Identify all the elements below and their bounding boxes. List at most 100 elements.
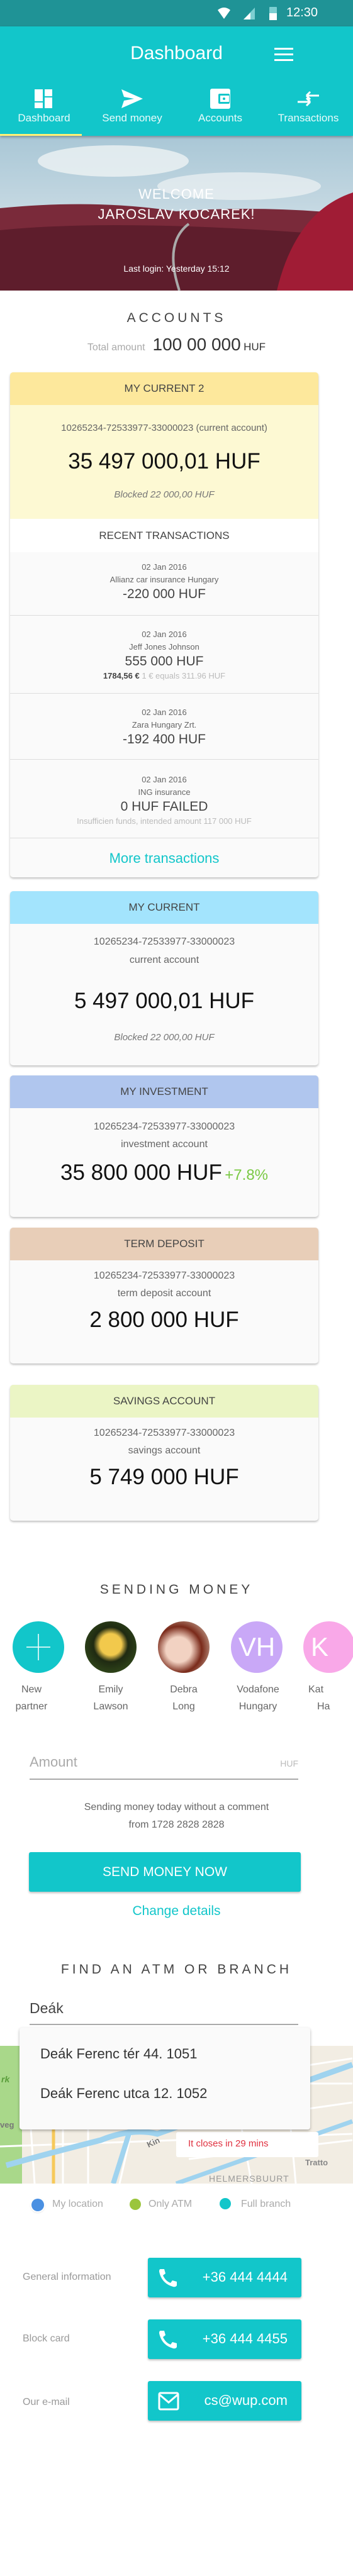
welcome-banner: WELCOME JAROSLAV KOCAREK! Last login: Ye… [0,136,353,291]
amount-placeholder: Amount [30,1754,77,1770]
avatar-debra-long[interactable] [158,1621,210,1673]
account-name: SAVINGS ACCOUNT [10,1385,318,1418]
send-money-now-button[interactable]: SEND MONEY NOW [29,1852,301,1892]
wallet-icon [210,89,230,109]
transfer-arrows-icon [298,91,319,107]
tab-label: Send money [102,112,162,124]
app-bar: Dashboard Dashboard Send money Accounts … [0,26,353,136]
account-card-my-current[interactable]: MY CURRENT 10265234-72533977-33000023 cu… [10,891,318,1065]
map-label: veg [0,2120,14,2129]
branch-dot-icon [220,2198,231,2209]
account-change: +7.8% [225,1167,268,1184]
account-type: term deposit account [117,1288,211,1299]
block-card-call-button[interactable]: +36 444 4455 [148,2319,301,2359]
avatar-emily-lawson[interactable] [85,1621,137,1673]
tab-accounts[interactable]: Accounts [176,83,264,136]
suggestion-item[interactable]: Deák Ferenc utca 12. 1052 [40,2085,207,2102]
recent-transactions-title: RECENT TRANSACTIONS [10,519,318,552]
account-name: MY INVESTMENT [10,1075,318,1108]
partner-name: Vodafone Hungary [237,1684,279,1712]
mail-icon [158,2392,179,2411]
page-title: Dashboard [130,43,223,64]
account-type: current account [129,955,199,965]
map-label: Tratto [305,2158,328,2167]
tab-transactions[interactable]: Transactions [264,83,352,136]
account-amount: 5 497 000,01 HUF [74,989,254,1013]
partner-name: Emily Lawson [93,1684,128,1712]
contact-label: General information [23,2272,111,2282]
account-amount: 35 497 000,01 HUF [68,449,261,474]
legend-label: My location [52,2199,103,2209]
hamburger-menu-icon[interactable] [274,47,293,62]
send-note-account: from 1728 2828 2828 [128,1819,225,1830]
plus-icon [26,1634,50,1660]
transaction-date: 02 Jan 2016 [142,562,187,572]
last-login: Last login: Yesterday 15:12 [123,264,230,274]
transaction-party: ING insurance [138,787,191,797]
transaction-amount: 555 000 HUF [125,654,204,669]
change-details-link[interactable]: Change details [0,1904,353,1919]
account-card-my-investment[interactable]: MY INVESTMENT 10265234-72533977-33000023… [10,1075,318,1217]
account-number: 10265234-72533977-33000023 [93,1428,235,1438]
account-number: 10265234-72533977-33000023 [93,1270,235,1281]
total-amount: Total amount 100 00 000 HUF [0,335,353,355]
recent-transactions: RECENT TRANSACTIONS 02 Jan 2016 Allianz … [10,519,318,877]
transaction-party: Zara Hungary Zrt. [132,720,197,730]
transaction-amount: 0 HUF FAILED [120,799,208,814]
sending-money-title: SENDING MONEY [99,1582,254,1597]
fx-amount: 1784,56 € [103,671,140,680]
more-transactions-link[interactable]: More transactions [10,838,318,877]
amount-input[interactable]: Amount HUF [30,1751,298,1780]
transaction-date: 02 Jan 2016 [142,775,187,784]
email-address: cs@wup.com [204,2392,288,2408]
atm-search-input[interactable]: Deák [30,1997,298,2025]
phone-number: +36 444 4455 [202,2331,288,2346]
transaction-row[interactable]: 02 Jan 2016 Jeff Jones Johnson 555 000 H… [10,615,318,693]
active-tab-indicator [0,134,82,136]
amount-currency: HUF [280,1758,298,1768]
account-card-savings[interactable]: SAVINGS ACCOUNT 10265234-72533977-330000… [10,1385,318,1521]
email-button[interactable]: cs@wup.com [148,2381,301,2421]
account-card-my-current-2[interactable]: MY CURRENT 2 10265234-72533977-33000023 … [10,372,318,877]
transaction-party: Allianz car insurance Hungary [109,575,219,584]
legend-label: Only ATM [148,2199,193,2209]
contact-label: Our e-mail [23,2397,70,2407]
total-label: Total amount [87,342,145,353]
tab-label: Transactions [277,112,339,124]
account-amount: 5 749 000 HUF [89,1465,239,1489]
account-type: investment account [121,1139,208,1150]
transaction-date: 02 Jan 2016 [142,630,187,639]
phone-number: +36 444 4444 [202,2269,288,2285]
account-name: MY CURRENT [10,891,318,924]
transaction-row[interactable]: 02 Jan 2016 ING insurance 0 HUF FAILED I… [10,759,318,838]
address-suggestions-dropdown: Deák Ferenc tér 44. 1051 Deák Ferenc utc… [20,2028,310,2129]
transaction-row[interactable]: 02 Jan 2016 Allianz car insurance Hungar… [10,552,318,615]
user-name: JAROSLAV KOCAREK! [98,206,255,222]
send-icon [121,89,143,108]
avatar-vodafone-hungary[interactable]: VH [231,1621,283,1673]
wifi-icon [218,8,230,19]
account-card-term-deposit[interactable]: TERM DEPOSIT 10265234-72533977-33000023 … [10,1228,318,1363]
account-number: 10265234-72533977-33000023 (current acco… [61,423,267,433]
transaction-amount: -220 000 HUF [123,587,206,601]
signal-icon [244,8,255,19]
send-note: Sending money today without a comment [84,1802,269,1813]
partner-name: New partner [15,1684,48,1712]
battery-icon [269,7,277,20]
branch-info-popup[interactable]: It closes in 29 mins [176,2132,318,2157]
suggestion-item[interactable]: Deák Ferenc tér 44. 1051 [40,2046,197,2062]
new-partner-button[interactable] [13,1621,64,1673]
transaction-row[interactable]: 02 Jan 2016 Zara Hungary Zrt. -192 400 H… [10,693,318,759]
general-info-call-button[interactable]: +36 444 4444 [148,2258,301,2297]
account-amount: 2 800 000 HUF [89,1307,239,1332]
transaction-amount: -192 400 HUF [123,732,206,747]
contact-label: Block card [23,2333,70,2344]
atm-title: FIND AN ATM OR BRANCH [60,1962,293,1977]
tab-label: Accounts [198,112,242,124]
total-currency: HUF [244,341,266,353]
tab-send-money[interactable]: Send money [88,83,176,136]
account-amount: 35 800 000 HUF [60,1160,222,1185]
status-time: 12:30 [286,6,318,19]
tab-dashboard[interactable]: Dashboard [0,83,88,136]
avatar-kat-ha[interactable]: K [303,1621,353,1673]
